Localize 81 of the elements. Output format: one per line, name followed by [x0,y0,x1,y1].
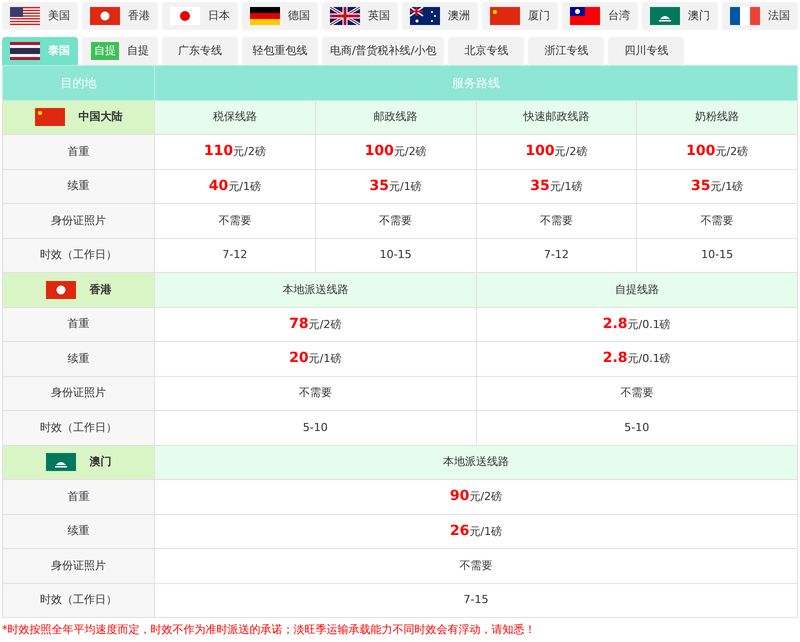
tab[interactable]: 德国 [242,2,318,30]
price-cell: 26元/1磅 [154,514,798,548]
tab[interactable]: 美国 [2,2,78,30]
tab[interactable]: 香港 [82,2,158,30]
flag-icon [170,7,200,25]
region-name: 澳门 [90,454,112,470]
tab[interactable]: 广东专线 [162,37,238,65]
flag-icon [10,42,40,60]
price-cell: 100元/2磅 [315,134,476,169]
price-cell: 35元/1磅 [315,169,476,204]
row-label: 首重 [2,307,154,342]
tab[interactable]: 轻包重包线 [242,37,318,65]
flag-icon [730,7,760,25]
row-label: 首重 [2,480,154,514]
row-label: 时效（工作日） [2,583,154,618]
table-cell: 不需要 [636,204,798,238]
row-label: 续重 [2,514,154,548]
price-cell: 40元/1磅 [154,169,316,204]
row-label: 续重 [2,342,154,376]
price-cell: 2.8元/0.1磅 [476,307,798,342]
flag-icon [34,108,64,126]
flag-icon [46,453,76,472]
row-label: 身份证照片 [2,548,154,583]
route-header: 本地派送线路 [154,445,798,480]
route-header: 奶粉线路 [636,100,798,134]
row-label: 续重 [2,169,154,204]
tab[interactable]: 英国 [322,2,398,30]
row-label: 身份证照片 [2,376,154,410]
route-header: 邮政线路 [315,100,476,134]
column-header: 目的地 [2,66,154,100]
flag-icon [490,7,520,25]
region-name: 中国大陆 [78,109,122,125]
table-cell: 不需要 [476,376,798,410]
flag-icon [250,7,280,25]
price-cell: 35元/1磅 [636,169,798,204]
footnote: *时效按照全年平均速度而定，时效不作为准时派送的承诺；淡旺季运输承载能力不同时效会有浮动，请知悉！ [1,622,536,638]
price-cell: 90元/2磅 [154,480,798,514]
price-cell: 100元/2磅 [476,134,637,169]
table-cell: 7-15 [154,583,798,618]
flag-icon [410,7,440,25]
tab[interactable]: 厦门 [482,2,558,30]
table-cell: 不需要 [154,548,798,583]
column-header: 服务路线 [154,66,798,100]
tab[interactable]: 电商/普货税补线/小包 [322,37,444,65]
tab[interactable]: 浙江专线 [528,37,604,65]
tab[interactable]: 澳洲 [402,2,478,30]
tab[interactable]: 台湾 [562,2,638,30]
table-cell: 不需要 [476,204,637,238]
table-cell: 不需要 [154,204,316,238]
flag-icon [90,7,120,25]
tab[interactable]: 北京专线 [448,37,524,65]
flag-icon [650,7,680,25]
price-cell: 100元/2磅 [636,134,798,169]
flag-icon [330,7,360,25]
table-cell: 5-10 [154,410,476,445]
price-cell: 110元/2磅 [154,134,316,169]
tab[interactable]: 澳门 [642,2,718,30]
table-cell: 不需要 [315,204,476,238]
tab[interactable]: 自提 自提 [82,37,158,65]
row-label: 首重 [2,134,154,169]
badge: 自提 [91,42,119,60]
price-cell: 35元/1磅 [476,169,637,204]
tab[interactable]: 四川专线 [608,37,684,65]
tab[interactable]: 日本 [162,2,238,30]
row-label: 时效（工作日） [2,238,154,272]
tab[interactable]: 法国 [722,2,798,30]
route-header: 快速邮政线路 [476,100,637,134]
route-header: 本地派送线路 [154,272,476,307]
price-cell: 78元/2磅 [154,307,476,342]
flag-icon [46,280,76,299]
row-label: 身份证照片 [2,204,154,238]
region-name: 香港 [90,282,112,298]
flag-icon [10,7,40,25]
price-cell: 2.8元/0.1磅 [476,342,798,376]
flag-icon [570,7,600,25]
route-header: 自提线路 [476,272,798,307]
table-cell: 5-10 [476,410,798,445]
row-label: 时效（工作日） [2,410,154,445]
price-cell: 20元/1磅 [154,342,476,376]
route-header: 税保线路 [154,100,316,134]
table-cell: 不需要 [154,376,476,410]
